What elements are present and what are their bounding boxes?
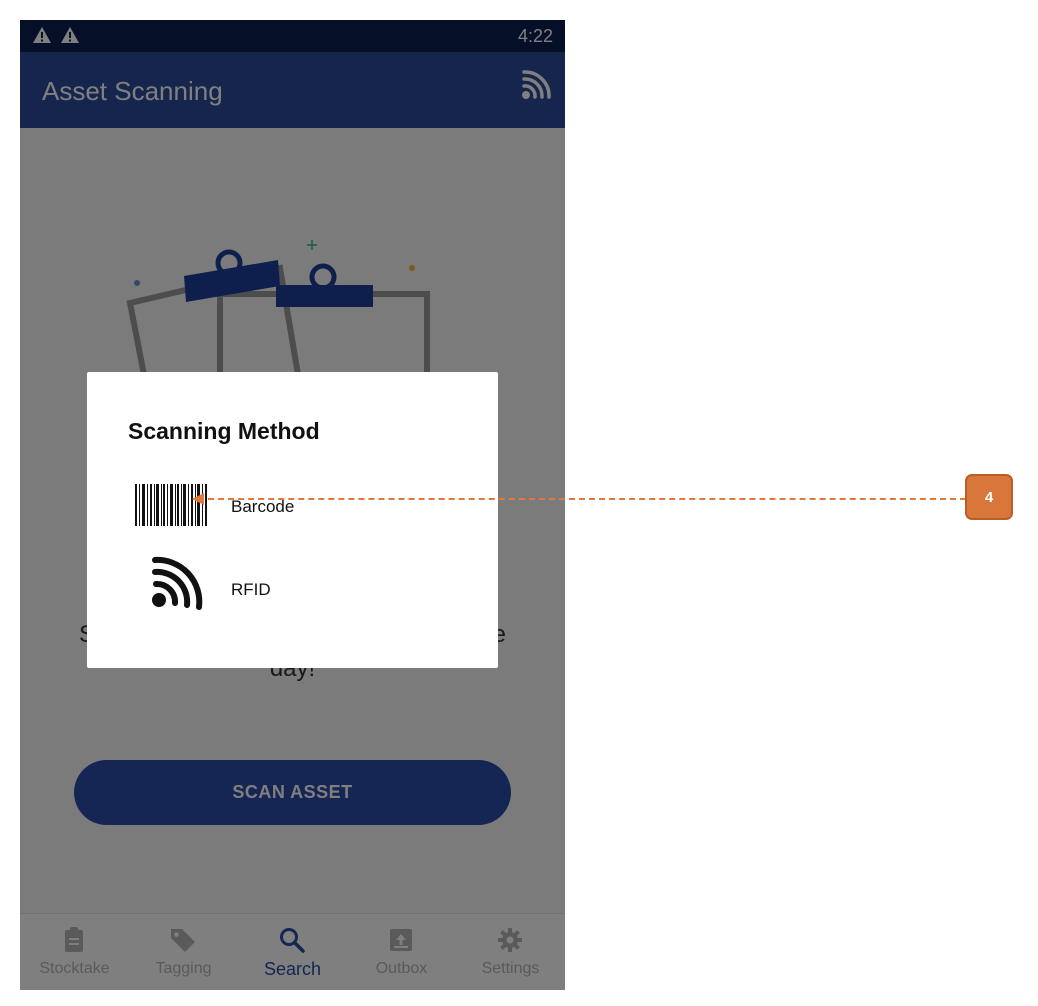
rfid-icon [152,556,203,610]
option-label-rfid: RFID [231,580,271,599]
phone-screen: 4:22 Asset Scanning Start scanning asset… [20,20,565,990]
scanning-method-dialog: Scanning Method Barcode RFID [87,372,498,668]
option-label-barcode: Barcode [231,497,295,516]
dialog-title: Scanning Method [128,418,320,444]
callout-arrow-icon [192,493,204,505]
option-rfid[interactable]: RFID [87,550,498,622]
option-barcode[interactable]: Barcode [87,470,498,542]
callout-line [198,498,966,500]
callout-badge: 4 [965,474,1013,520]
